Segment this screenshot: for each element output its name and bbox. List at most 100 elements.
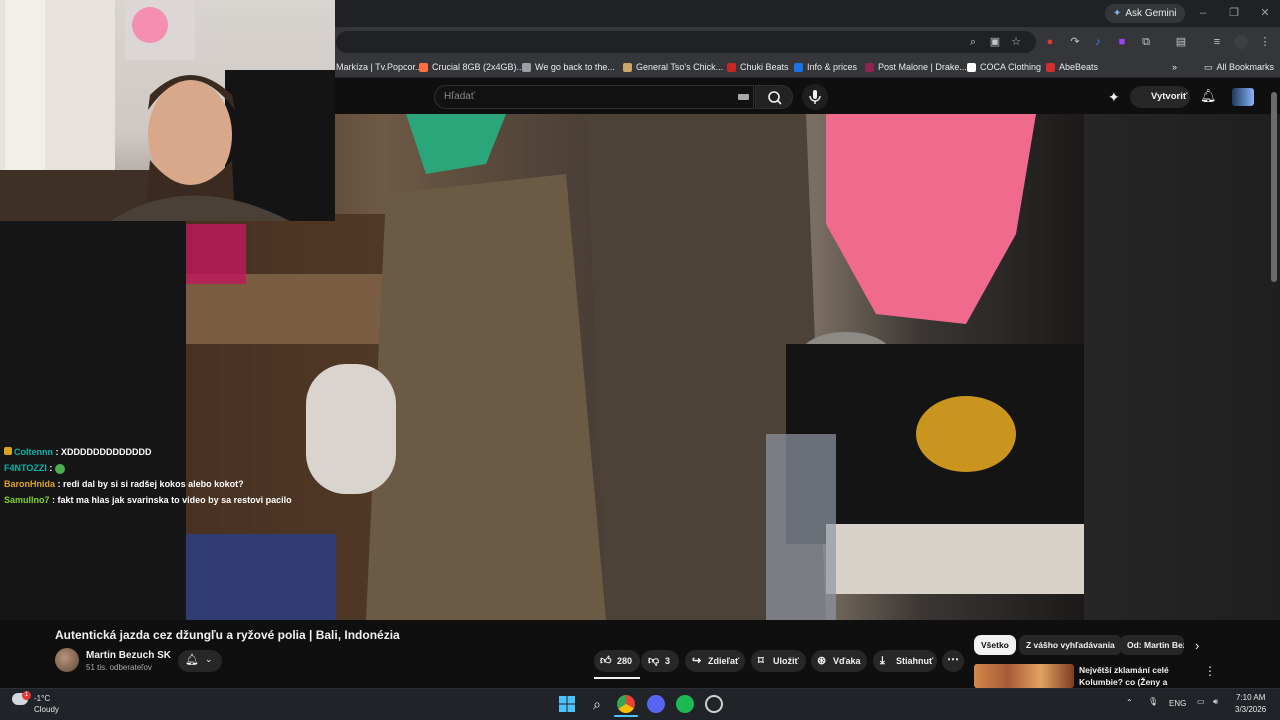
discord-icon[interactable] bbox=[647, 695, 665, 713]
bookmarks-overflow-icon[interactable]: » bbox=[1172, 61, 1177, 73]
cast-icon[interactable]: ▣ bbox=[988, 35, 1002, 49]
bookmark-label: Post Malone | Drake... bbox=[878, 62, 967, 72]
clock-time[interactable]: 7:10 AM bbox=[1236, 693, 1265, 702]
chat-badge-icon bbox=[4, 447, 12, 455]
bookmark-label: We go back to the... bbox=[535, 62, 615, 72]
extension-purple-icon[interactable]: ■ bbox=[1115, 35, 1129, 49]
subscription-bell-button[interactable]: 🔔︎ ⌄ bbox=[178, 650, 222, 672]
extension-audio-icon[interactable]: ♪ bbox=[1091, 35, 1105, 49]
bookmark-favicon bbox=[727, 62, 736, 72]
webcam-overlay bbox=[0, 0, 335, 221]
folder-icon: ▭ bbox=[1204, 62, 1213, 72]
share-icon: ↪ bbox=[692, 655, 702, 667]
chip-from-search[interactable]: Z vášho vyhľadávania bbox=[1019, 635, 1122, 655]
bookmark-label: General Tso's Chick... bbox=[636, 62, 724, 72]
bookmark-item[interactable]: Markíza | Tv.Popcor... bbox=[336, 61, 423, 73]
thumbs-down-icon: 👎︎ bbox=[648, 655, 660, 667]
bookmark-item[interactable]: Post Malone | Drake... bbox=[865, 61, 967, 73]
bookmark-item[interactable]: Chuki Beats bbox=[727, 61, 789, 73]
profile-avatar[interactable] bbox=[1234, 35, 1248, 49]
tray-overflow-icon[interactable]: ⌃ bbox=[1126, 698, 1133, 707]
extensions-puzzle-icon[interactable]: ⧉ bbox=[1139, 35, 1153, 49]
bookmark-item[interactable]: AbeBeats bbox=[1046, 61, 1098, 73]
microphone-tray-icon[interactable]: 🎙︎ bbox=[1148, 697, 1158, 706]
chrome-icon[interactable] bbox=[617, 695, 635, 713]
page-scrollbar[interactable] bbox=[1271, 92, 1277, 282]
save-label: Uložiť bbox=[773, 656, 799, 666]
chat-username: F4NTOZZI bbox=[4, 463, 47, 473]
create-button[interactable]: Vytvoriť bbox=[1130, 86, 1190, 108]
obs-icon[interactable] bbox=[705, 695, 723, 713]
ask-gemini-label: Ask Gemini bbox=[1125, 8, 1177, 19]
keyboard-icon[interactable] bbox=[738, 94, 749, 100]
channel-name[interactable]: Martin Bezuch SK bbox=[86, 650, 171, 661]
download-label: Stiahnuť bbox=[896, 656, 934, 666]
bookmark-label: Chuki Beats bbox=[740, 62, 789, 72]
recommendation-thumbnail[interactable] bbox=[974, 664, 1074, 688]
chip-all[interactable]: Všetko bbox=[974, 635, 1016, 655]
restore-icon[interactable]: ❐ bbox=[1227, 6, 1241, 20]
clock-date[interactable]: 3/3/2026 bbox=[1235, 705, 1266, 714]
all-bookmarks-button[interactable]: ▭ All Bookmarks bbox=[1204, 61, 1274, 73]
chat-message: Coltennn : XDDDDDDDDDDDDD bbox=[4, 446, 152, 458]
channel-avatar[interactable] bbox=[55, 648, 79, 672]
share-button[interactable]: ↪ Zdieľať bbox=[685, 650, 745, 672]
voice-search-button[interactable] bbox=[802, 84, 828, 110]
dislike-count: 3 bbox=[665, 656, 671, 666]
taskbar-search-icon[interactable]: ⌕ bbox=[588, 695, 606, 713]
dislike-button[interactable]: 👎︎ 3 bbox=[641, 650, 679, 672]
bookmark-item[interactable]: General Tso's Chick... bbox=[623, 61, 723, 73]
volume-icon[interactable]: 🔊︎ bbox=[1213, 697, 1218, 707]
chevron-right-icon[interactable]: › bbox=[1195, 638, 1199, 653]
bookmark-favicon bbox=[623, 62, 632, 72]
search-input[interactable]: Hľadať bbox=[434, 85, 754, 109]
weather-text[interactable]: Cloudy bbox=[34, 705, 59, 714]
download-button[interactable]: ⤓ Stiahnuť bbox=[873, 650, 937, 672]
chat-text: : redi dal by si si radšej kokos alebo k… bbox=[55, 479, 244, 489]
chat-message: BaronHnida : redi dal by si si radšej ko… bbox=[4, 478, 244, 490]
more-actions-button[interactable]: ⋯ bbox=[942, 650, 964, 672]
bookmark-item[interactable]: COCA Clothing bbox=[967, 61, 1041, 73]
spotify-icon[interactable] bbox=[676, 695, 694, 713]
search-button[interactable] bbox=[755, 85, 793, 109]
address-bar[interactable] bbox=[336, 31, 1036, 53]
chat-username: Coltennn bbox=[14, 447, 53, 457]
extension-arrow-icon[interactable]: ↷ bbox=[1068, 35, 1082, 49]
bookmark-label: COCA Clothing bbox=[980, 62, 1042, 72]
thanks-button[interactable]: ⊛ Vďaka bbox=[811, 650, 867, 672]
like-count: 280 bbox=[617, 656, 633, 666]
extension-red-icon[interactable]: ● bbox=[1043, 35, 1057, 49]
bookmark-item[interactable]: Info & prices bbox=[794, 61, 857, 73]
zoom-icon[interactable]: ⌕ bbox=[966, 35, 980, 49]
account-avatar[interactable] bbox=[1232, 88, 1254, 106]
temperature-text[interactable]: -1°C bbox=[34, 694, 50, 703]
chat-message: Samullno7 : fakt ma hlas jak svarinska t… bbox=[4, 494, 292, 506]
network-icon[interactable]: ▭ bbox=[1197, 697, 1205, 706]
bookmark-star-icon[interactable]: ☆ bbox=[1009, 35, 1023, 49]
media-controls-icon[interactable]: ≡ bbox=[1210, 35, 1224, 49]
bookmark-favicon bbox=[419, 62, 428, 72]
windows-start-icon[interactable] bbox=[558, 695, 576, 713]
like-button[interactable]: 👍︎ 280 bbox=[594, 650, 640, 672]
language-indicator[interactable]: ENG bbox=[1169, 699, 1186, 708]
share-label: Zdieľať bbox=[708, 656, 740, 666]
notifications-bell-icon[interactable]: 🔔︎ bbox=[1200, 88, 1217, 104]
bookmark-favicon bbox=[1046, 62, 1055, 72]
recommendation-menu-icon[interactable]: ⋮ bbox=[1204, 664, 1216, 678]
bookmark-item[interactable]: We go back to the... bbox=[522, 61, 615, 73]
menu-kebab-icon[interactable]: ⋮ bbox=[1258, 35, 1272, 49]
chat-text: : XDDDDDDDDDDDDD bbox=[53, 447, 152, 457]
emote-icon bbox=[54, 463, 65, 474]
bookmark-favicon bbox=[865, 62, 874, 72]
thanks-label: Vďaka bbox=[833, 656, 861, 666]
bookmark-favicon bbox=[967, 62, 976, 72]
chevron-down-icon: ⌄ bbox=[205, 654, 213, 664]
tab-search-icon[interactable]: ▤ bbox=[1174, 35, 1188, 49]
close-icon[interactable]: ✕ bbox=[1258, 6, 1272, 20]
minimize-icon[interactable]: – bbox=[1196, 6, 1210, 20]
gift-icon[interactable]: ✦ bbox=[1108, 89, 1120, 106]
chip-from-channel[interactable]: Od: Martin Bezuch bbox=[1120, 635, 1184, 655]
ask-gemini-button[interactable]: ✦ Ask Gemini bbox=[1105, 4, 1185, 23]
save-button[interactable]: ⌑ Uložiť bbox=[751, 650, 806, 672]
bookmark-item[interactable]: Crucial 8GB (2x4GB)... bbox=[419, 61, 524, 73]
